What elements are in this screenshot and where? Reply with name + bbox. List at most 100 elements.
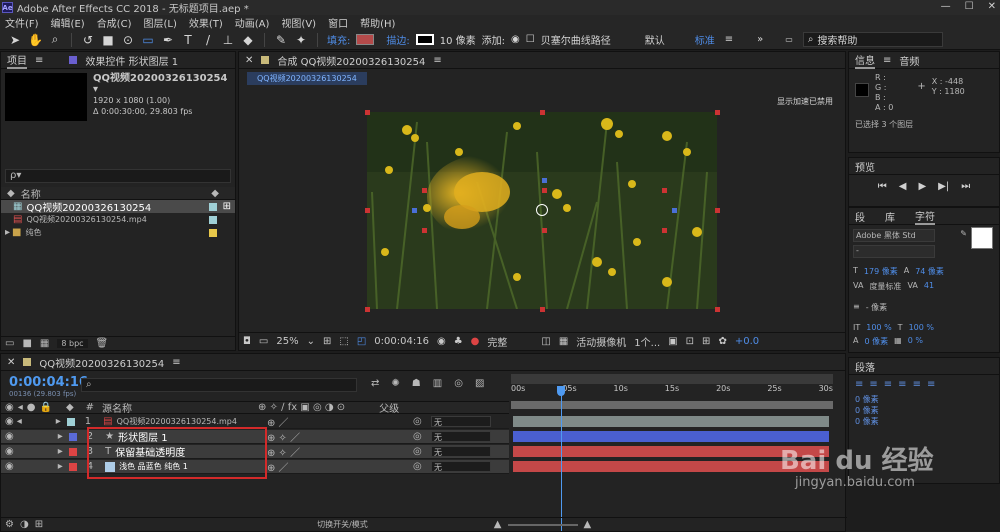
current-time[interactable]: 0:00:04:16 xyxy=(374,336,429,347)
tracking-value[interactable]: 41 xyxy=(924,281,934,292)
pickwhip-icon[interactable]: ◎ xyxy=(413,446,422,457)
shape-handle[interactable] xyxy=(672,208,677,213)
interpret-footage-icon[interactable]: ▭ xyxy=(5,338,14,349)
parent-dropdown[interactable]: 无 xyxy=(431,416,491,427)
space-before-value[interactable]: 0 像素 xyxy=(855,416,999,427)
tab-character[interactable]: 字符 xyxy=(915,208,935,225)
bounding-handle[interactable] xyxy=(715,208,720,213)
parent-dropdown[interactable]: 无 xyxy=(431,446,491,457)
col-parent[interactable]: 父级 xyxy=(379,400,399,415)
fill-label[interactable]: 填充: xyxy=(327,32,350,47)
expand-arrow-icon[interactable]: ▸ xyxy=(5,227,10,238)
fill-color-swatch[interactable] xyxy=(356,34,375,45)
last-frame-icon[interactable]: ⏭ xyxy=(961,181,970,192)
baseline-value[interactable]: 0 像素 xyxy=(864,336,888,347)
show-snapshot-icon[interactable]: ♣ xyxy=(454,336,463,347)
zoom-in-icon[interactable]: ▲ xyxy=(584,519,592,530)
workspace-standard[interactable]: 标准 xyxy=(695,32,715,47)
roi-icon[interactable]: ◫ xyxy=(541,336,550,347)
label-color-chip[interactable] xyxy=(209,228,217,237)
pickwhip-icon[interactable]: ◎ xyxy=(413,461,422,472)
minimize-button[interactable]: — xyxy=(941,1,951,12)
tab-paragraph-short[interactable]: 段 xyxy=(855,209,865,224)
eye-icon[interactable]: ◉ xyxy=(5,431,14,442)
zoom-out-icon[interactable]: ▲ xyxy=(494,519,502,530)
close-button[interactable]: ✕ xyxy=(988,1,996,12)
menu-help[interactable]: 帮助(H) xyxy=(360,15,395,30)
timeline-timecode[interactable]: 0:00:04:16 xyxy=(9,375,88,390)
project-item[interactable]: ▤ QQ视频20200326130254.mp4 xyxy=(1,213,235,226)
shape-handle[interactable] xyxy=(662,188,667,193)
bounding-handle[interactable] xyxy=(365,307,370,312)
panel-menu-icon[interactable]: ≡ xyxy=(172,357,180,368)
pickwhip-icon[interactable]: ◎ xyxy=(413,431,422,442)
graph-editor-icon[interactable]: ▨ xyxy=(475,378,484,389)
align-left-icon[interactable]: ≡ xyxy=(855,379,863,390)
camera-dropdown[interactable]: 活动摄像机 xyxy=(576,334,626,349)
expand-arrow-icon[interactable]: ▸ xyxy=(58,446,63,457)
shape-handle[interactable] xyxy=(422,188,427,193)
shy-icon[interactable]: ☗ xyxy=(412,378,421,389)
eye-icon[interactable]: ◉ xyxy=(5,461,14,472)
view-options-icon[interactable]: ▣ xyxy=(668,336,677,347)
label-color-chip[interactable] xyxy=(208,202,217,211)
menu-animation[interactable]: 动画(A) xyxy=(235,15,270,30)
view-layout-dropdown[interactable]: 1个... xyxy=(634,334,660,349)
leading-value[interactable]: 74 像素 xyxy=(915,266,944,277)
label-color-chip[interactable] xyxy=(209,215,217,224)
help-search-input[interactable]: ⌕ 搜索帮助 xyxy=(802,32,943,47)
shape-handle[interactable] xyxy=(412,208,417,213)
add-dropdown-icon[interactable]: ◉ xyxy=(511,34,520,45)
next-frame-icon[interactable]: ▶| xyxy=(938,181,949,192)
horizontal-scale-value[interactable]: 100 % xyxy=(909,323,934,332)
bounding-handle[interactable] xyxy=(540,307,545,312)
menu-view[interactable]: 视图(V) xyxy=(281,15,316,30)
screen-icon[interactable]: ▭ xyxy=(785,35,793,44)
menu-composition[interactable]: 合成(C) xyxy=(97,15,132,30)
zoom-tool-icon[interactable]: ⌕ xyxy=(48,32,62,47)
resolution-dropdown[interactable]: 完整 xyxy=(487,334,507,349)
bounding-handle[interactable] xyxy=(715,110,720,115)
parent-dropdown[interactable]: 无 xyxy=(431,461,491,472)
color-channel-icon[interactable]: ● xyxy=(471,336,480,347)
frame-blending-icon[interactable]: ▥ xyxy=(433,378,442,389)
new-comp-icon[interactable]: ▦ xyxy=(40,338,49,349)
in-out-icon[interactable]: ⊞ xyxy=(35,519,43,530)
expand-arrow-icon[interactable]: ▸ xyxy=(58,461,63,472)
font-size-value[interactable]: 179 像素 xyxy=(864,266,898,277)
bezier-checkbox-icon[interactable]: ☐ xyxy=(526,34,535,45)
reset-exposure-icon[interactable]: ✿ xyxy=(718,336,726,347)
parent-dropdown[interactable]: 无 xyxy=(431,431,491,442)
tab-audio[interactable]: 音频 xyxy=(899,53,919,68)
render-time-icon[interactable]: ⚙ xyxy=(5,519,14,530)
layer-label-chip[interactable] xyxy=(68,432,77,441)
shape-handle[interactable] xyxy=(662,228,667,233)
mask-toggle-icon[interactable]: ◰ xyxy=(357,336,366,347)
roto-brush-tool-icon[interactable]: ✎ xyxy=(274,33,288,47)
camera-tool-icon[interactable]: ■ xyxy=(101,33,115,47)
eye-icon[interactable]: ◉ xyxy=(5,446,14,457)
clone-stamp-tool-icon[interactable]: ⊥ xyxy=(221,33,235,47)
puppet-tool-icon[interactable]: ✦ xyxy=(294,33,308,47)
stroke-label[interactable]: 描边: xyxy=(386,32,409,47)
close-tab-icon[interactable]: ✕ xyxy=(7,357,15,368)
label-column-icon[interactable]: ◆ xyxy=(211,188,219,199)
draft-3d-icon[interactable]: ✺ xyxy=(391,378,399,389)
bounding-handle[interactable] xyxy=(365,110,370,115)
layer-label-chip[interactable] xyxy=(68,447,77,456)
close-tab-icon[interactable]: ✕ xyxy=(245,55,253,66)
font-family-select[interactable]: Adobe 黑体 Std xyxy=(853,229,935,242)
tab-composition[interactable]: 合成 QQ视频20200326130254 xyxy=(277,53,425,68)
chevron-down-icon[interactable]: ⌄ xyxy=(307,336,315,347)
indent-first-value[interactable]: 0 像素 xyxy=(855,405,999,416)
play-icon[interactable]: ▶ xyxy=(918,181,926,192)
bounding-handle[interactable] xyxy=(540,110,545,115)
bounding-handle[interactable] xyxy=(365,208,370,213)
layer-switches[interactable]: ⊕ ／ xyxy=(267,414,289,429)
project-search-input[interactable]: ρ▾ xyxy=(5,169,231,183)
shape-handle[interactable] xyxy=(422,228,427,233)
menu-window[interactable]: 窗口 xyxy=(328,15,348,30)
monitor-icon[interactable]: ▭ xyxy=(259,336,268,347)
transparency-grid-icon[interactable]: ▦ xyxy=(559,336,568,347)
layer-label-chip[interactable] xyxy=(68,462,77,471)
